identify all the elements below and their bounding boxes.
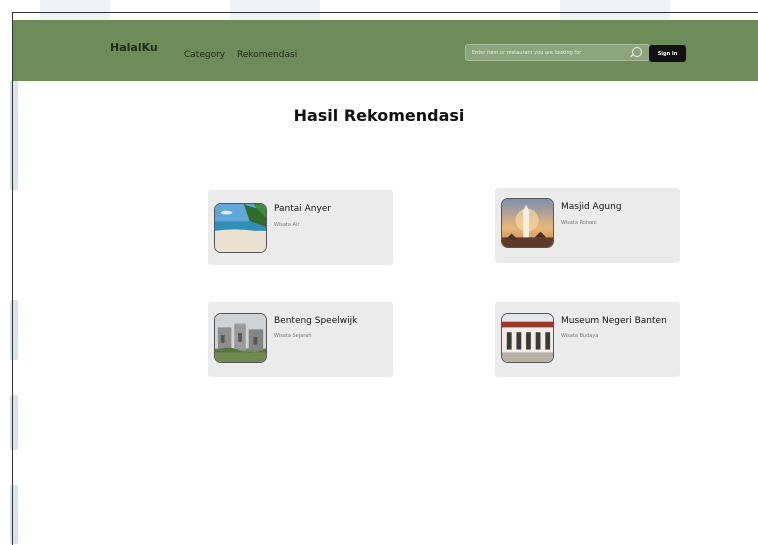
card-subtitle: Wisata Budaya xyxy=(561,333,599,339)
page-frame xyxy=(12,12,758,545)
card-title: Pantai Anyer xyxy=(274,204,332,214)
page-title: Hasil Rekomendasi xyxy=(293,106,465,125)
card-subtitle: Wisata Air xyxy=(274,222,300,228)
fort-thumbnail xyxy=(214,313,267,363)
card-subtitle: Wisata Sejarah xyxy=(274,333,312,339)
search-bar xyxy=(465,44,650,61)
mosque-thumbnail xyxy=(501,198,554,248)
brand-logo[interactable]: HalalKu xyxy=(110,41,158,54)
card-subtitle: Wisata Rohani xyxy=(561,220,597,226)
sign-in-button[interactable]: Sign In xyxy=(649,45,686,62)
recommendation-card[interactable]: Masjid Agung Wisata Rohani xyxy=(495,188,680,263)
nav-link-category[interactable]: Category xyxy=(184,50,225,60)
card-title: Museum Negeri Banten xyxy=(561,316,667,326)
card-title: Masjid Agung xyxy=(561,202,622,212)
beach-thumbnail xyxy=(214,203,267,253)
museum-thumbnail xyxy=(501,313,554,363)
nav-link-rekomendasi[interactable]: Rekomendasi xyxy=(237,50,297,60)
recommendation-card[interactable]: Pantai Anyer Wisata Air xyxy=(208,190,393,265)
recommendation-card[interactable]: Museum Negeri Banten Wisata Budaya xyxy=(495,302,680,377)
card-title: Benteng Speelwijk xyxy=(274,316,358,326)
search-input[interactable] xyxy=(472,47,622,59)
navbar: HalalKu Category Rekomendasi Sign In xyxy=(13,20,758,81)
search-icon[interactable] xyxy=(632,47,642,57)
recommendation-card[interactable]: Benteng Speelwijk Wisata Sejarah xyxy=(208,302,393,377)
